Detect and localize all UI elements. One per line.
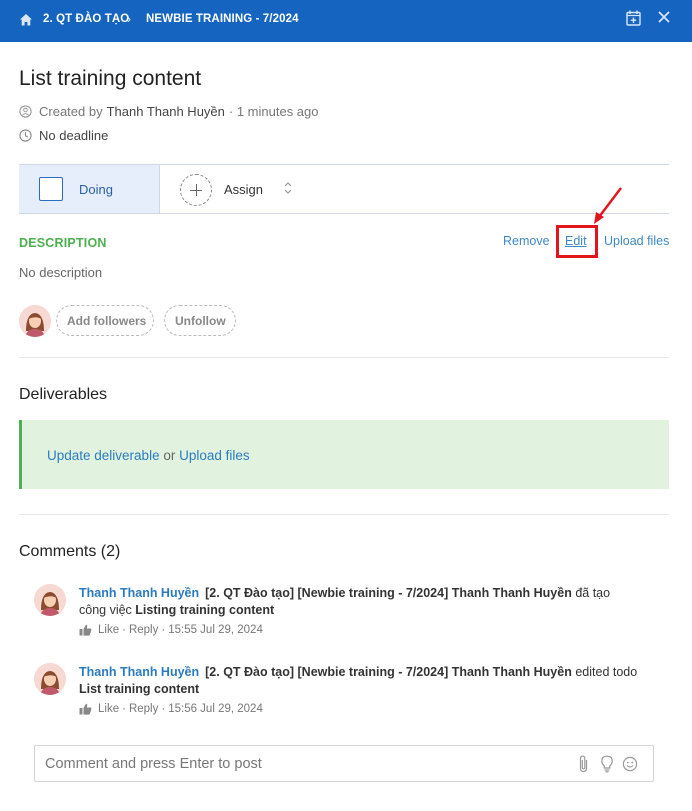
comment-meta: Like · Reply · 15:55 Jul 29, 2024 — [79, 624, 263, 636]
sort-arrows-icon[interactable] — [283, 180, 293, 196]
reply-button[interactable]: Reply — [129, 624, 158, 636]
assign-button[interactable]: Assign — [224, 182, 263, 197]
breadcrumb-tasklist[interactable]: NEWBIE TRAINING - 7/2024 — [146, 13, 299, 25]
description-heading: DESCRIPTION — [19, 236, 107, 250]
created-time: · 1 minutes ago — [228, 104, 319, 119]
creator-name[interactable]: Thanh Thanh Huyền — [107, 104, 225, 119]
task-title[interactable]: List training content — [19, 67, 201, 91]
comment-text: Thanh Thanh Huyền [2. QT Đào tạo] [Newbie… — [79, 585, 639, 619]
comment-input[interactable] — [35, 746, 565, 781]
or-text: or — [159, 448, 180, 463]
add-followers-button[interactable]: Add followers — [56, 305, 154, 336]
close-icon[interactable] — [657, 10, 671, 24]
description-text: No description — [19, 265, 103, 280]
status-checkbox[interactable] — [39, 177, 63, 201]
calendar-add-icon[interactable] — [626, 10, 641, 26]
comment-time: 15:55 Jul 29, 2024 — [168, 624, 263, 636]
comment-avatar[interactable] — [34, 663, 66, 695]
meta-dot: · — [161, 703, 166, 715]
meta-dot: · — [161, 624, 166, 636]
comment-context: [2. QT Đào tạo] [Newbie training - 7/202… — [205, 586, 572, 600]
deadline-label: No deadline — [39, 128, 109, 143]
paperclip-icon[interactable] — [576, 755, 592, 773]
deliverables-heading: Deliverables — [19, 386, 108, 403]
meta-dot: · — [122, 703, 126, 715]
assign-add-icon[interactable] — [180, 174, 212, 206]
status-label: Doing — [79, 182, 113, 197]
comment-input-box — [34, 745, 654, 782]
upload-files-link[interactable]: Upload files — [604, 234, 669, 248]
comment-action: edited todo — [571, 665, 638, 679]
comment-meta: Like · Reply · 15:56 Jul 29, 2024 — [79, 703, 263, 715]
comment-task-name: Listing training content — [135, 603, 275, 617]
like-button[interactable]: Like — [98, 624, 119, 636]
comment-text: Thanh Thanh Huyền [2. QT Đào tạo] [Newbie… — [79, 664, 639, 698]
follower-avatar[interactable] — [19, 305, 51, 337]
edit-highlight-box — [556, 225, 598, 258]
clock-icon — [19, 129, 32, 142]
thumbs-up-icon[interactable] — [79, 703, 92, 715]
status-toggle[interactable]: Doing — [19, 165, 160, 213]
deliverables-box: Update deliverable or Upload files — [19, 420, 669, 489]
meta-dot: · — [122, 624, 126, 636]
comments-heading: Comments (2) — [19, 543, 121, 560]
comment-author[interactable]: Thanh Thanh Huyền — [79, 586, 199, 600]
reply-button[interactable]: Reply — [129, 703, 158, 715]
deliverable-upload-link[interactable]: Upload files — [179, 448, 250, 463]
created-prefix: Created by — [39, 104, 103, 119]
breadcrumb-project[interactable]: 2. QT ĐÀO TẠO — [43, 13, 129, 25]
unfollow-button[interactable]: Unfollow — [164, 305, 236, 336]
deadline-info[interactable]: No deadline — [19, 128, 108, 143]
thumbs-up-icon[interactable] — [79, 624, 92, 636]
update-deliverable-link[interactable]: Update deliverable — [47, 448, 160, 463]
lightbulb-icon[interactable] — [599, 755, 615, 773]
comment-task-name: List training content — [79, 682, 200, 696]
divider — [19, 514, 669, 515]
creator-icon — [19, 105, 32, 118]
like-button[interactable]: Like — [98, 703, 119, 715]
comment-avatar[interactable] — [34, 584, 66, 616]
comment-author[interactable]: Thanh Thanh Huyền — [79, 665, 199, 679]
header-bar: 2. QT ĐÀO TẠO › NEWBIE TRAINING - 7/2024 — [0, 0, 692, 42]
emoji-icon[interactable] — [622, 755, 638, 773]
created-info: Created by Thanh Thanh Huyền · 1 minutes… — [19, 104, 319, 119]
home-icon[interactable] — [19, 13, 33, 27]
deliverables-actions: Update deliverable or Upload files — [47, 448, 250, 463]
comment-context: [2. QT Đào tạo] [Newbie training - 7/202… — [205, 665, 572, 679]
status-assign-strip: Doing Assign — [19, 164, 669, 214]
comment-time: 15:56 Jul 29, 2024 — [168, 703, 263, 715]
divider — [19, 357, 669, 358]
red-arrow-annotation — [594, 187, 622, 224]
breadcrumb-separator: › — [127, 12, 131, 26]
remove-description-link[interactable]: Remove — [503, 234, 550, 248]
